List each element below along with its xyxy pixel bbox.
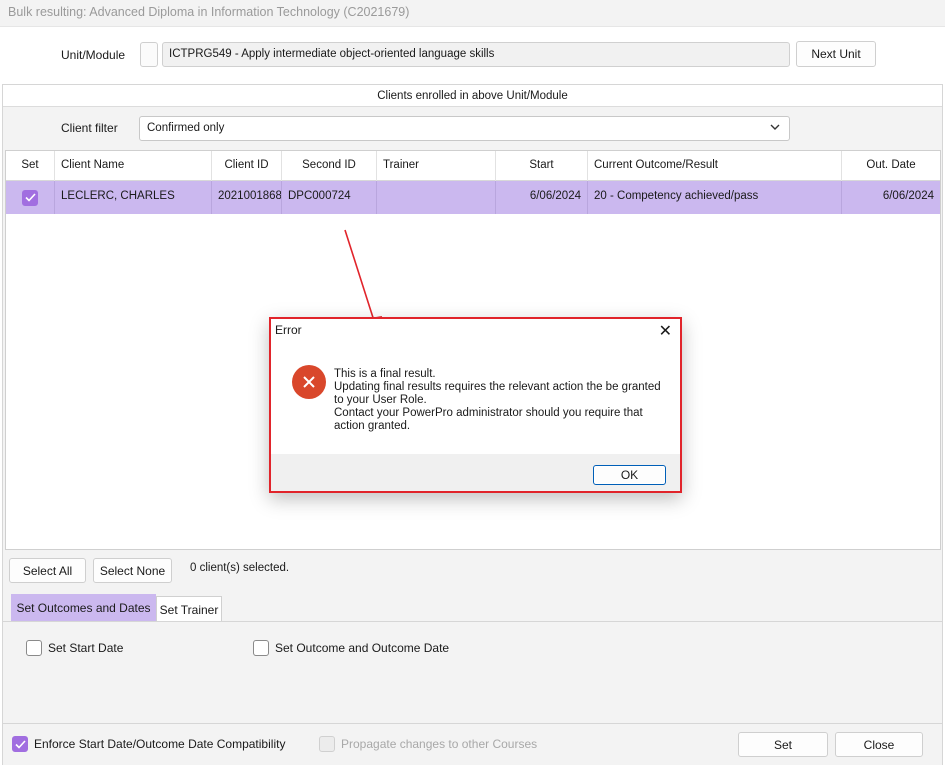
- tab-set-trainer[interactable]: Set Trainer: [156, 596, 222, 623]
- dialog-line-3: Contact your PowerPro administrator shou…: [334, 407, 643, 432]
- ok-button[interactable]: OK: [593, 465, 666, 485]
- tab-strip: Set Outcomes and Dates Set Trainer: [3, 593, 942, 623]
- propagate-checkbox: [319, 736, 335, 752]
- dialog-line-1: This is a final result.: [334, 368, 436, 380]
- close-button[interactable]: Close: [835, 732, 923, 757]
- set-start-date-label: Set Start Date: [48, 641, 124, 655]
- set-outcome-label: Set Outcome and Outcome Date: [275, 641, 450, 655]
- close-icon[interactable]: ✕: [659, 321, 672, 341]
- propagate-option: Propagate changes to other Courses: [319, 736, 537, 752]
- set-button[interactable]: Set: [738, 732, 828, 757]
- tab-set-outcomes[interactable]: Set Outcomes and Dates: [11, 594, 156, 621]
- set-start-date-option[interactable]: Set Start Date: [26, 640, 123, 656]
- tab-content: Set Start Date Set Outcome and Outcome D…: [3, 621, 942, 723]
- enforce-label: Enforce Start Date/Outcome Date Compatib…: [34, 737, 286, 751]
- set-outcome-checkbox[interactable]: [253, 640, 269, 656]
- checkmark-icon: [14, 739, 26, 749]
- propagate-label: Propagate changes to other Courses: [341, 737, 538, 751]
- dialog-title: Error: [275, 323, 302, 337]
- select-all-button[interactable]: Select All: [9, 558, 86, 583]
- enforce-checkbox[interactable]: [12, 736, 28, 752]
- dialog-message: This is a final result. Updating final r…: [334, 368, 664, 433]
- dialog-footer: OK: [271, 454, 680, 491]
- set-start-date-checkbox[interactable]: [26, 640, 42, 656]
- enforce-option[interactable]: Enforce Start Date/Outcome Date Compatib…: [12, 736, 285, 752]
- error-icon: [292, 365, 326, 399]
- error-dialog: Error ✕ This is a final result. Updating…: [269, 317, 682, 493]
- selected-count: 0 client(s) selected.: [190, 562, 290, 574]
- select-none-button[interactable]: Select None: [93, 558, 172, 583]
- dialog-line-2: Updating final results requires the rele…: [334, 381, 661, 406]
- set-outcome-option[interactable]: Set Outcome and Outcome Date: [253, 640, 449, 656]
